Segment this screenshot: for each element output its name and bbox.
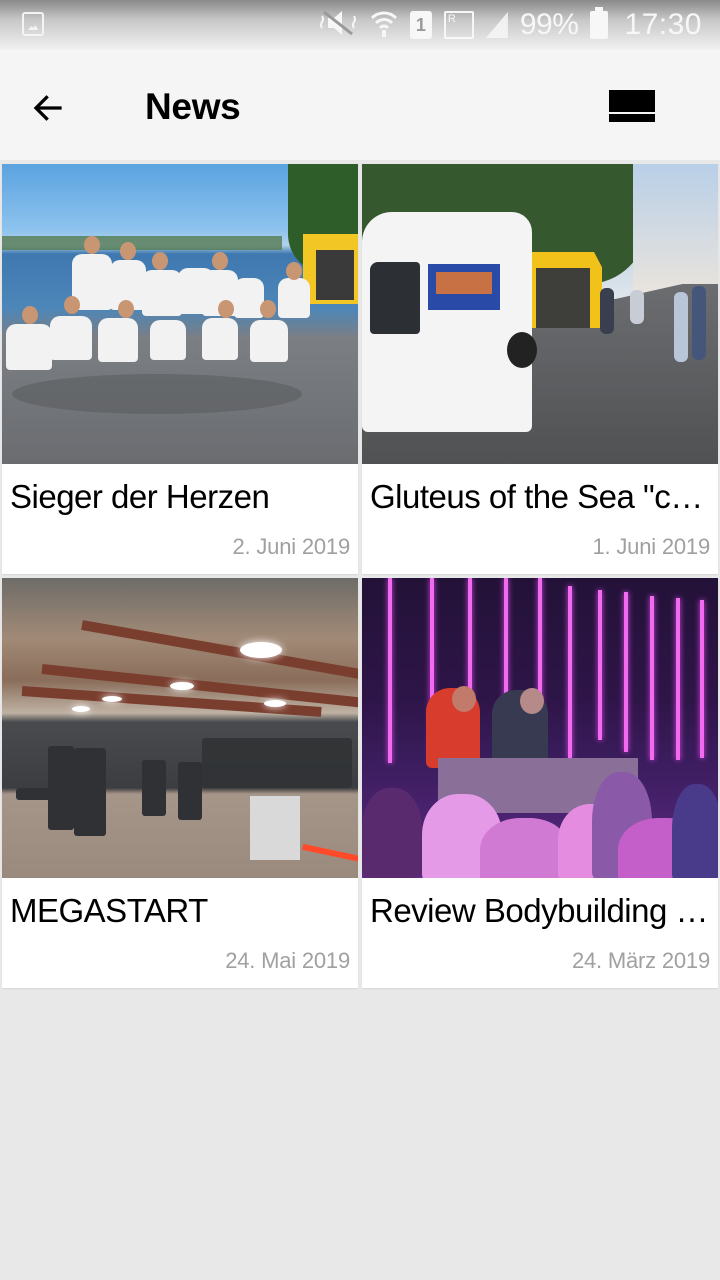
news-grid: Sieger der Herzen 2. Juni 2019 Gluteus o… [2, 164, 718, 988]
news-image-stage [362, 578, 718, 878]
view-icon-block-bottom [609, 114, 655, 122]
photo-person [278, 278, 310, 318]
photo-light-bar [504, 578, 508, 708]
news-title: MEGASTART [10, 892, 208, 929]
view-icon-block-top [609, 90, 655, 112]
photo-head [286, 262, 302, 280]
battery-icon [590, 7, 609, 39]
photo-machine [178, 762, 202, 820]
photo-box [250, 796, 300, 860]
view-toggle-button[interactable] [600, 80, 664, 132]
photo-sky [633, 164, 718, 294]
photo-bench [16, 788, 106, 800]
photo-person [692, 286, 706, 360]
photo-light-bar [598, 590, 602, 740]
photo-red-light [302, 843, 358, 863]
photo-person [600, 288, 614, 334]
photo-person [630, 290, 644, 324]
news-image-group-photo [2, 164, 358, 464]
photo-head [212, 252, 228, 270]
photo-audience [362, 788, 422, 878]
photo-people [2, 234, 312, 404]
roaming-signal-icon: R [443, 11, 474, 39]
news-date: 24. Mai 2019 [225, 948, 350, 973]
photo-head [118, 300, 134, 318]
photo-light-bar [624, 592, 628, 752]
news-title: Sieger der Herzen [10, 478, 270, 515]
photo-person [98, 318, 138, 362]
status-left [22, 12, 44, 36]
photo-head [120, 242, 136, 260]
photo-light-bar [700, 600, 704, 758]
clock: 17:30 [624, 8, 702, 41]
page-title: News [145, 86, 241, 127]
photo-light [240, 642, 282, 658]
photo-head [152, 252, 168, 270]
photo-head [84, 236, 100, 254]
photo-person [150, 320, 186, 360]
photo-person [50, 316, 92, 360]
news-image-gym [2, 578, 358, 878]
sim-1-icon: 1 [409, 11, 432, 39]
app-bar: News [0, 50, 720, 160]
news-date: 24. März 2019 [571, 948, 710, 973]
photo-light [72, 706, 90, 712]
news-card[interactable]: MEGASTART 24. Mai 2019 [2, 578, 358, 988]
photo-head [64, 296, 80, 314]
photo-audience [480, 818, 570, 878]
photo-audience [672, 784, 718, 878]
photo-light [170, 682, 194, 690]
photo-light-bar [388, 578, 392, 763]
status-bar: 1 R 99% 17:30 [0, 0, 720, 50]
photo-person [674, 292, 688, 362]
news-card[interactable]: Review Bodybuilding S… 24. März 2019 [362, 578, 718, 988]
photo-head [22, 306, 38, 324]
photo-head [218, 300, 234, 318]
battery-percent: 99% [519, 8, 579, 41]
news-title: Gluteus of the Sea "cle… [370, 478, 710, 515]
news-title: Review Bodybuilding S… [370, 892, 710, 929]
photo-van-wheel [507, 332, 537, 368]
photo-tent [522, 252, 602, 328]
news-date: 1. Juni 2019 [592, 534, 711, 559]
photo-light [264, 700, 286, 707]
vibrate-mute-icon [319, 8, 358, 42]
news-image-van [362, 164, 718, 464]
photo-machine [142, 760, 166, 816]
news-card[interactable]: Sieger der Herzen 2. Juni 2019 [2, 164, 358, 574]
back-button[interactable] [20, 80, 76, 136]
photo-light-bar [650, 596, 654, 760]
wifi-icon [370, 9, 398, 41]
photo-person [202, 318, 238, 360]
photo-light-bar [676, 598, 680, 760]
news-card[interactable]: Gluteus of the Sea "cle… 1. Juni 2019 [362, 164, 718, 574]
photo-van-sign [428, 264, 500, 310]
news-date: 2. Juni 2019 [232, 534, 351, 559]
photo-rack [202, 738, 352, 788]
photo-van-window [370, 262, 420, 334]
photo-head [260, 300, 276, 318]
photo-person [6, 324, 52, 370]
photo-light [102, 696, 122, 702]
photo-head [520, 688, 544, 714]
signal-icon [485, 12, 508, 38]
image-notification-icon [22, 12, 44, 36]
arrow-left-icon [33, 95, 62, 121]
photo-person [142, 270, 182, 316]
photo-head [452, 686, 476, 712]
photo-light-bar [568, 586, 572, 758]
status-right: 1 R 99% 17:30 [319, 6, 702, 44]
photo-person [250, 320, 288, 362]
